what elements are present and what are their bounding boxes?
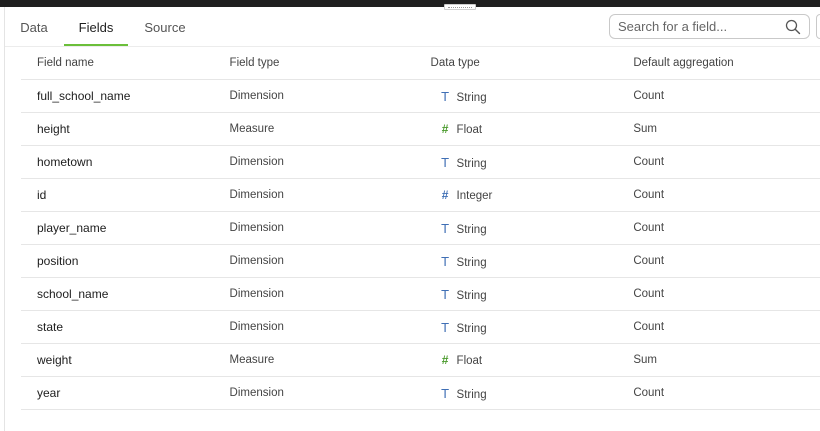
table-row[interactable]: state Dimension T String Count [21, 310, 820, 344]
table-header-row: Field name Field type Data type Default … [21, 47, 820, 80]
field-type-cell[interactable]: Measure [213, 343, 415, 377]
data-type-cell[interactable]: T String [414, 145, 618, 179]
default-aggregation-cell[interactable]: Count [617, 310, 820, 344]
search-input[interactable] [618, 17, 778, 36]
table-row[interactable]: id Dimension # Integer Count [21, 178, 820, 212]
field-name-cell[interactable]: position [21, 244, 214, 278]
column-header-field-type[interactable]: Field type [213, 47, 415, 80]
hash-icon: # [441, 122, 449, 136]
data-type-cell[interactable]: T String [414, 244, 618, 278]
data-type-cell[interactable]: # Float [414, 343, 618, 377]
table-row[interactable]: weight Measure # Float Sum [21, 343, 820, 377]
hash-icon: # [441, 188, 449, 202]
data-type-label: String [456, 157, 487, 170]
field-name-cell[interactable]: weight [21, 343, 214, 377]
table-row[interactable]: height Measure # Float Sum [21, 112, 820, 146]
table-row[interactable]: year Dimension T String Count [21, 376, 820, 410]
field-type-cell[interactable]: Dimension [213, 178, 415, 212]
table-row[interactable]: school_name Dimension T String Count [21, 277, 820, 311]
data-type-label: Integer [456, 190, 493, 202]
text-type-icon: T [441, 154, 450, 170]
fields-table: Field name Field type Data type Default … [21, 47, 820, 410]
data-type-label: String [456, 91, 487, 104]
text-type-icon: T [441, 220, 450, 236]
field-type-cell[interactable]: Dimension [213, 376, 415, 410]
table-row[interactable]: position Dimension T String Count [21, 244, 820, 278]
data-type-label: String [456, 388, 487, 401]
field-name-cell[interactable]: id [21, 178, 214, 212]
column-header-data-type[interactable]: Data type [414, 47, 618, 80]
tab-data[interactable]: Data [15, 7, 53, 46]
column-header-field-name[interactable]: Field name [21, 47, 214, 80]
default-aggregation-cell[interactable]: Count [617, 277, 820, 311]
field-type-cell[interactable]: Dimension [213, 79, 415, 113]
data-type-label: String [456, 223, 487, 236]
field-type-cell[interactable]: Dimension [213, 244, 415, 278]
data-type-cell[interactable]: T String [414, 376, 618, 410]
default-aggregation-cell[interactable]: Count [617, 244, 820, 278]
top-bar [0, 0, 820, 7]
default-aggregation-cell[interactable]: Count [617, 178, 820, 212]
table-row[interactable]: player_name Dimension T String Count [21, 211, 820, 245]
data-type-cell[interactable]: # Integer [414, 178, 618, 212]
field-name-cell[interactable]: year [21, 376, 214, 410]
data-type-label: Float [456, 355, 483, 367]
default-aggregation-cell[interactable]: Count [617, 79, 820, 113]
text-type-icon: T [441, 319, 450, 335]
data-type-cell[interactable]: # Float [414, 112, 618, 146]
default-aggregation-cell[interactable]: Sum [617, 112, 820, 146]
table-row[interactable]: full_school_name Dimension T String Count [21, 79, 820, 113]
data-type-cell[interactable]: T String [414, 310, 618, 344]
hash-icon: # [441, 353, 449, 367]
data-type-label: String [456, 322, 487, 335]
field-name-cell[interactable]: player_name [21, 211, 214, 245]
default-aggregation-cell[interactable]: Count [617, 376, 820, 410]
default-aggregation-cell[interactable]: Count [617, 145, 820, 179]
table-row[interactable]: hometown Dimension T String Count [21, 145, 820, 179]
tab-source[interactable]: Source [137, 7, 193, 46]
default-aggregation-cell[interactable]: Sum [617, 343, 820, 377]
text-type-icon: T [441, 88, 450, 104]
data-type-label: Float [456, 124, 483, 136]
field-type-cell[interactable]: Measure [213, 112, 415, 146]
data-type-label: String [456, 289, 487, 302]
field-name-cell[interactable]: height [21, 112, 214, 146]
text-type-icon: T [441, 286, 450, 302]
data-type-cell[interactable]: T String [414, 79, 618, 113]
text-type-icon: T [441, 253, 450, 269]
field-name-cell[interactable]: school_name [21, 277, 214, 311]
toolbar-button-edge[interactable] [816, 14, 820, 39]
data-type-label: String [456, 256, 487, 269]
field-name-cell[interactable]: state [21, 310, 214, 344]
field-type-cell[interactable]: Dimension [213, 310, 415, 344]
data-type-cell[interactable]: T String [414, 211, 618, 245]
field-name-cell[interactable]: hometown [21, 145, 214, 179]
search-icon[interactable] [785, 19, 801, 35]
field-type-cell[interactable]: Dimension [213, 277, 415, 311]
field-type-cell[interactable]: Dimension [213, 145, 415, 179]
field-type-cell[interactable]: Dimension [213, 211, 415, 245]
panel-left-border [4, 7, 5, 431]
default-aggregation-cell[interactable]: Count [617, 211, 820, 245]
data-type-cell[interactable]: T String [414, 277, 618, 311]
tab-bar: Data Fields Source [5, 7, 605, 46]
field-search-box[interactable] [609, 14, 810, 39]
field-name-cell[interactable]: full_school_name [21, 79, 214, 113]
column-header-default-aggregation[interactable]: Default aggregation [617, 47, 820, 80]
tab-fields[interactable]: Fields [64, 7, 128, 46]
text-type-icon: T [441, 385, 450, 401]
